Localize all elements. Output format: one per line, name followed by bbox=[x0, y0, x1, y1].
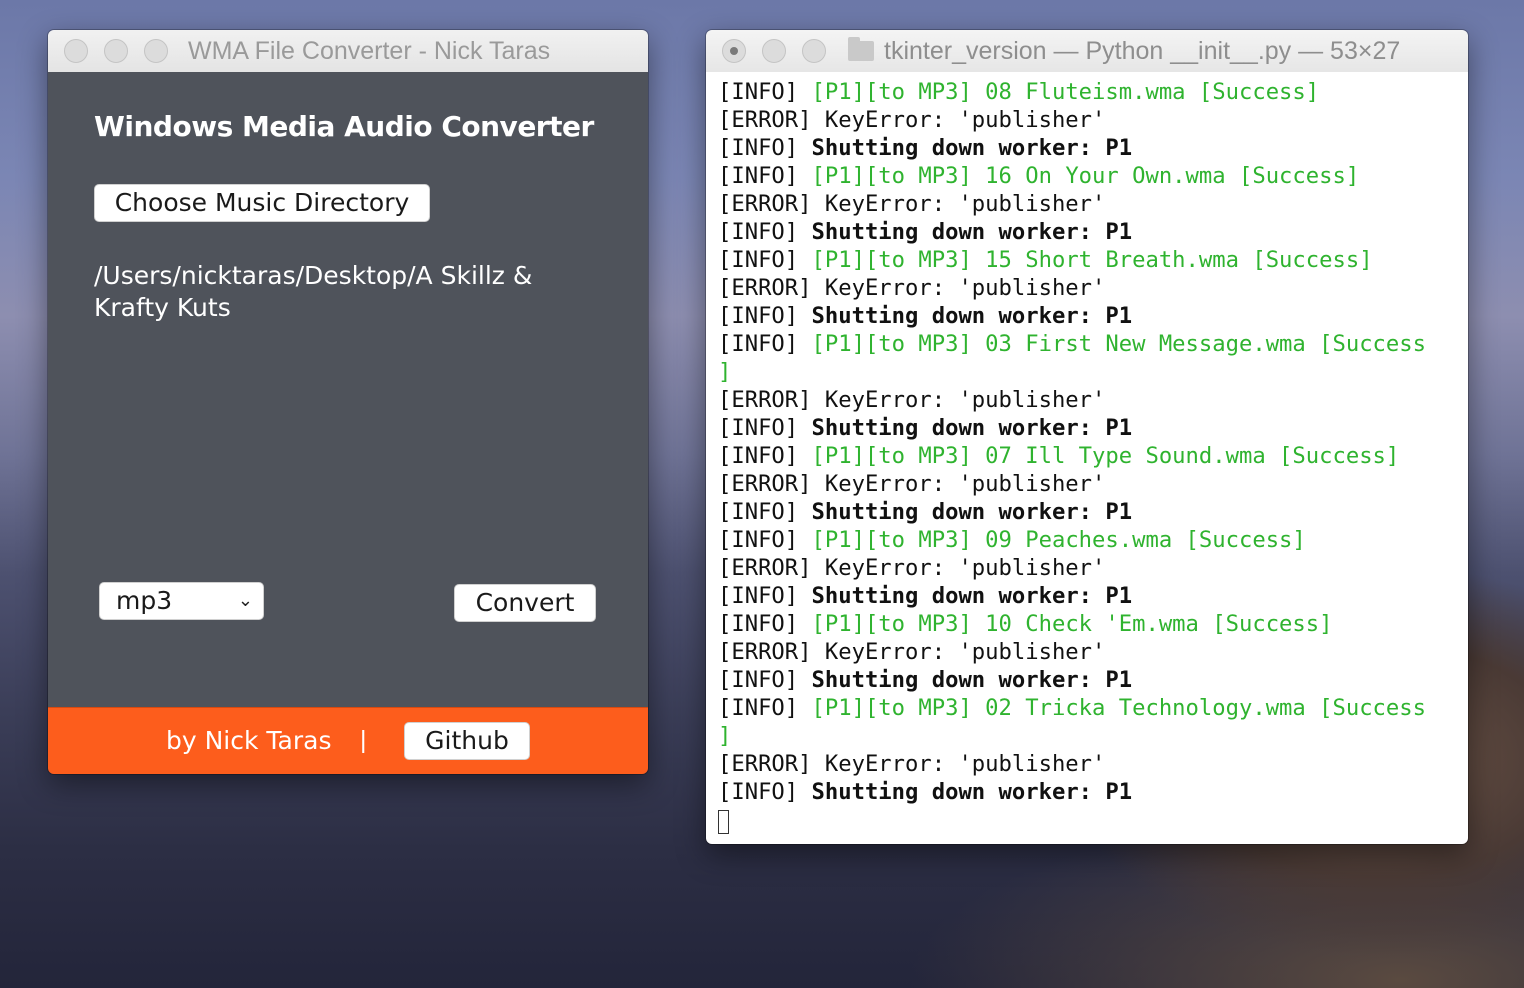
terminal-line: [ERROR] KeyError: 'publisher' bbox=[718, 274, 1468, 302]
footer-separator: | bbox=[360, 726, 367, 754]
terminal-line: [INFO] Shutting down worker: P1 bbox=[718, 134, 1468, 162]
terminal-line-green: [P1][to MP3] 02 Tricka Technology.wma [S… bbox=[811, 695, 1426, 721]
terminal-line: [INFO] [P1][to MP3] 15 Short Breath.wma … bbox=[718, 246, 1468, 274]
minimize-window-button[interactable] bbox=[104, 39, 128, 63]
terminal-line-green: [P1][to MP3] 16 On Your Own.wma [Success… bbox=[811, 163, 1360, 189]
terminal-line-text: [INFO] bbox=[718, 583, 812, 609]
zoom-window-button[interactable] bbox=[144, 39, 168, 63]
format-select[interactable]: mp3 ⌄ bbox=[99, 582, 264, 620]
terminal-line-text: [ERROR] KeyError: 'publisher' bbox=[718, 275, 1106, 301]
terminal-line-text: [INFO] bbox=[718, 247, 812, 273]
terminal-line-text: [INFO] bbox=[718, 163, 812, 189]
app-body: Windows Media Audio Converter Choose Mus… bbox=[48, 72, 648, 708]
terminal-line: [INFO] [P1][to MP3] 10 Check 'Em.wma [Su… bbox=[718, 610, 1468, 638]
app-heading: Windows Media Audio Converter bbox=[94, 110, 594, 143]
close-window-button[interactable] bbox=[722, 39, 746, 63]
terminal-line-green: ] bbox=[718, 359, 732, 385]
terminal-line-text: [ERROR] KeyError: 'publisher' bbox=[718, 555, 1106, 581]
terminal-line-text: [INFO] bbox=[718, 527, 812, 553]
author-label: by Nick Taras bbox=[166, 726, 332, 755]
terminal-line-bold: Shutting down worker: P1 bbox=[811, 583, 1133, 609]
traffic-lights bbox=[722, 39, 826, 63]
terminal-line-bold: Shutting down worker: P1 bbox=[811, 303, 1133, 329]
prompt-line[interactable] bbox=[718, 806, 1468, 834]
terminal-line: [INFO] [P1][to MP3] 16 On Your Own.wma [… bbox=[718, 162, 1468, 190]
terminal-line: [ERROR] KeyError: 'publisher' bbox=[718, 106, 1468, 134]
footer-bar: by Nick Taras | Github bbox=[48, 707, 648, 774]
terminal-line-text: [INFO] bbox=[718, 79, 812, 105]
terminal-line-bold: Shutting down worker: P1 bbox=[811, 499, 1133, 525]
terminal-line: [INFO] Shutting down worker: P1 bbox=[718, 302, 1468, 330]
terminal-line: [INFO] [P1][to MP3] 02 Tricka Technology… bbox=[718, 694, 1468, 722]
terminal-line-text: [ERROR] KeyError: 'publisher' bbox=[718, 107, 1106, 133]
terminal-line: [ERROR] KeyError: 'publisher' bbox=[718, 190, 1468, 218]
terminal-line: [INFO] [P1][to MP3] 08 Fluteism.wma [Suc… bbox=[718, 78, 1468, 106]
terminal-line: [INFO] Shutting down worker: P1 bbox=[718, 218, 1468, 246]
terminal-line-text: [INFO] bbox=[718, 499, 812, 525]
terminal-window: tkinter_version — Python __init__.py — 5… bbox=[706, 30, 1468, 844]
terminal-line: [ERROR] KeyError: 'publisher' bbox=[718, 638, 1468, 666]
terminal-line-green: [P1][to MP3] 07 Ill Type Sound.wma [Succ… bbox=[811, 443, 1400, 469]
terminal-line-text: [INFO] bbox=[718, 135, 812, 161]
traffic-lights bbox=[64, 39, 168, 63]
minimize-window-button[interactable] bbox=[762, 39, 786, 63]
terminal-line-bold: Shutting down worker: P1 bbox=[811, 667, 1133, 693]
terminal-line: [INFO] [P1][to MP3] 09 Peaches.wma [Succ… bbox=[718, 526, 1468, 554]
terminal-line-text: [INFO] bbox=[718, 611, 812, 637]
terminal-line-green: [P1][to MP3] 10 Check 'Em.wma [Success] bbox=[811, 611, 1333, 637]
choose-directory-button[interactable]: Choose Music Directory bbox=[94, 184, 430, 222]
terminal-line: [ERROR] KeyError: 'publisher' bbox=[718, 750, 1468, 778]
terminal-line: [INFO] Shutting down worker: P1 bbox=[718, 666, 1468, 694]
terminal-line-green: [P1][to MP3] 08 Fluteism.wma [Success] bbox=[811, 79, 1320, 105]
chevron-down-icon: ⌄ bbox=[237, 590, 253, 611]
terminal-line-bold: Shutting down worker: P1 bbox=[811, 135, 1133, 161]
folder-icon bbox=[848, 37, 874, 61]
terminal-line-text: [INFO] bbox=[718, 219, 812, 245]
terminal-line: [ERROR] KeyError: 'publisher' bbox=[718, 554, 1468, 582]
terminal-line-text: [INFO] bbox=[718, 331, 812, 357]
terminal-line-bold: Shutting down worker: P1 bbox=[811, 415, 1133, 441]
format-select-value: mp3 bbox=[116, 586, 173, 615]
text-cursor bbox=[718, 809, 729, 834]
terminal-title: tkinter_version — Python __init__.py — 5… bbox=[884, 36, 1401, 65]
terminal-line-text: [ERROR] KeyError: 'publisher' bbox=[718, 387, 1106, 413]
terminal-line: ] bbox=[718, 722, 1468, 750]
window-titlebar[interactable]: WMA File Converter - Nick Taras bbox=[48, 30, 648, 73]
terminal-line-text: [ERROR] KeyError: 'publisher' bbox=[718, 191, 1106, 217]
terminal-line-green: [P1][to MP3] 15 Short Breath.wma [Succes… bbox=[811, 247, 1373, 273]
terminal-line: [INFO] Shutting down worker: P1 bbox=[718, 414, 1468, 442]
terminal-line-text: [ERROR] KeyError: 'publisher' bbox=[718, 471, 1106, 497]
terminal-line-green: ] bbox=[718, 723, 732, 749]
terminal-line: [ERROR] KeyError: 'publisher' bbox=[718, 470, 1468, 498]
terminal-line-text: [INFO] bbox=[718, 695, 812, 721]
terminal-line-bold: Shutting down worker: P1 bbox=[811, 779, 1133, 805]
terminal-line: [INFO] Shutting down worker: P1 bbox=[718, 582, 1468, 610]
terminal-line-text: [INFO] bbox=[718, 303, 812, 329]
terminal-line: [INFO] Shutting down worker: P1 bbox=[718, 498, 1468, 526]
github-button[interactable]: Github bbox=[404, 722, 530, 760]
terminal-line-text: [INFO] bbox=[718, 779, 812, 805]
terminal-line-green: [P1][to MP3] 09 Peaches.wma [Success] bbox=[811, 527, 1306, 553]
terminal-titlebar[interactable]: tkinter_version — Python __init__.py — 5… bbox=[706, 30, 1468, 73]
terminal-output[interactable]: [INFO] [P1][to MP3] 08 Fluteism.wma [Suc… bbox=[706, 72, 1468, 844]
terminal-line-text: [INFO] bbox=[718, 415, 812, 441]
terminal-line: [INFO] [P1][to MP3] 07 Ill Type Sound.wm… bbox=[718, 442, 1468, 470]
terminal-line: [INFO] Shutting down worker: P1 bbox=[718, 778, 1468, 806]
terminal-line-text: [INFO] bbox=[718, 443, 812, 469]
wma-converter-window: WMA File Converter - Nick Taras Windows … bbox=[48, 30, 648, 774]
selected-path-label: /Users/nicktaras/Desktop/A Skillz & Kraf… bbox=[94, 261, 533, 322]
terminal-line-green: [P1][to MP3] 03 First New Message.wma [S… bbox=[811, 331, 1426, 357]
convert-button[interactable]: Convert bbox=[454, 584, 596, 622]
window-title: WMA File Converter - Nick Taras bbox=[188, 36, 551, 65]
terminal-line: [INFO] [P1][to MP3] 03 First New Message… bbox=[718, 330, 1468, 358]
terminal-line-bold: Shutting down worker: P1 bbox=[811, 219, 1133, 245]
zoom-window-button[interactable] bbox=[802, 39, 826, 63]
close-window-button[interactable] bbox=[64, 39, 88, 63]
terminal-line-text: [INFO] bbox=[718, 667, 812, 693]
terminal-line-text: [ERROR] KeyError: 'publisher' bbox=[718, 639, 1106, 665]
terminal-line: [ERROR] KeyError: 'publisher' bbox=[718, 386, 1468, 414]
terminal-line: ] bbox=[718, 358, 1468, 386]
terminal-line-text: [ERROR] KeyError: 'publisher' bbox=[718, 751, 1106, 777]
